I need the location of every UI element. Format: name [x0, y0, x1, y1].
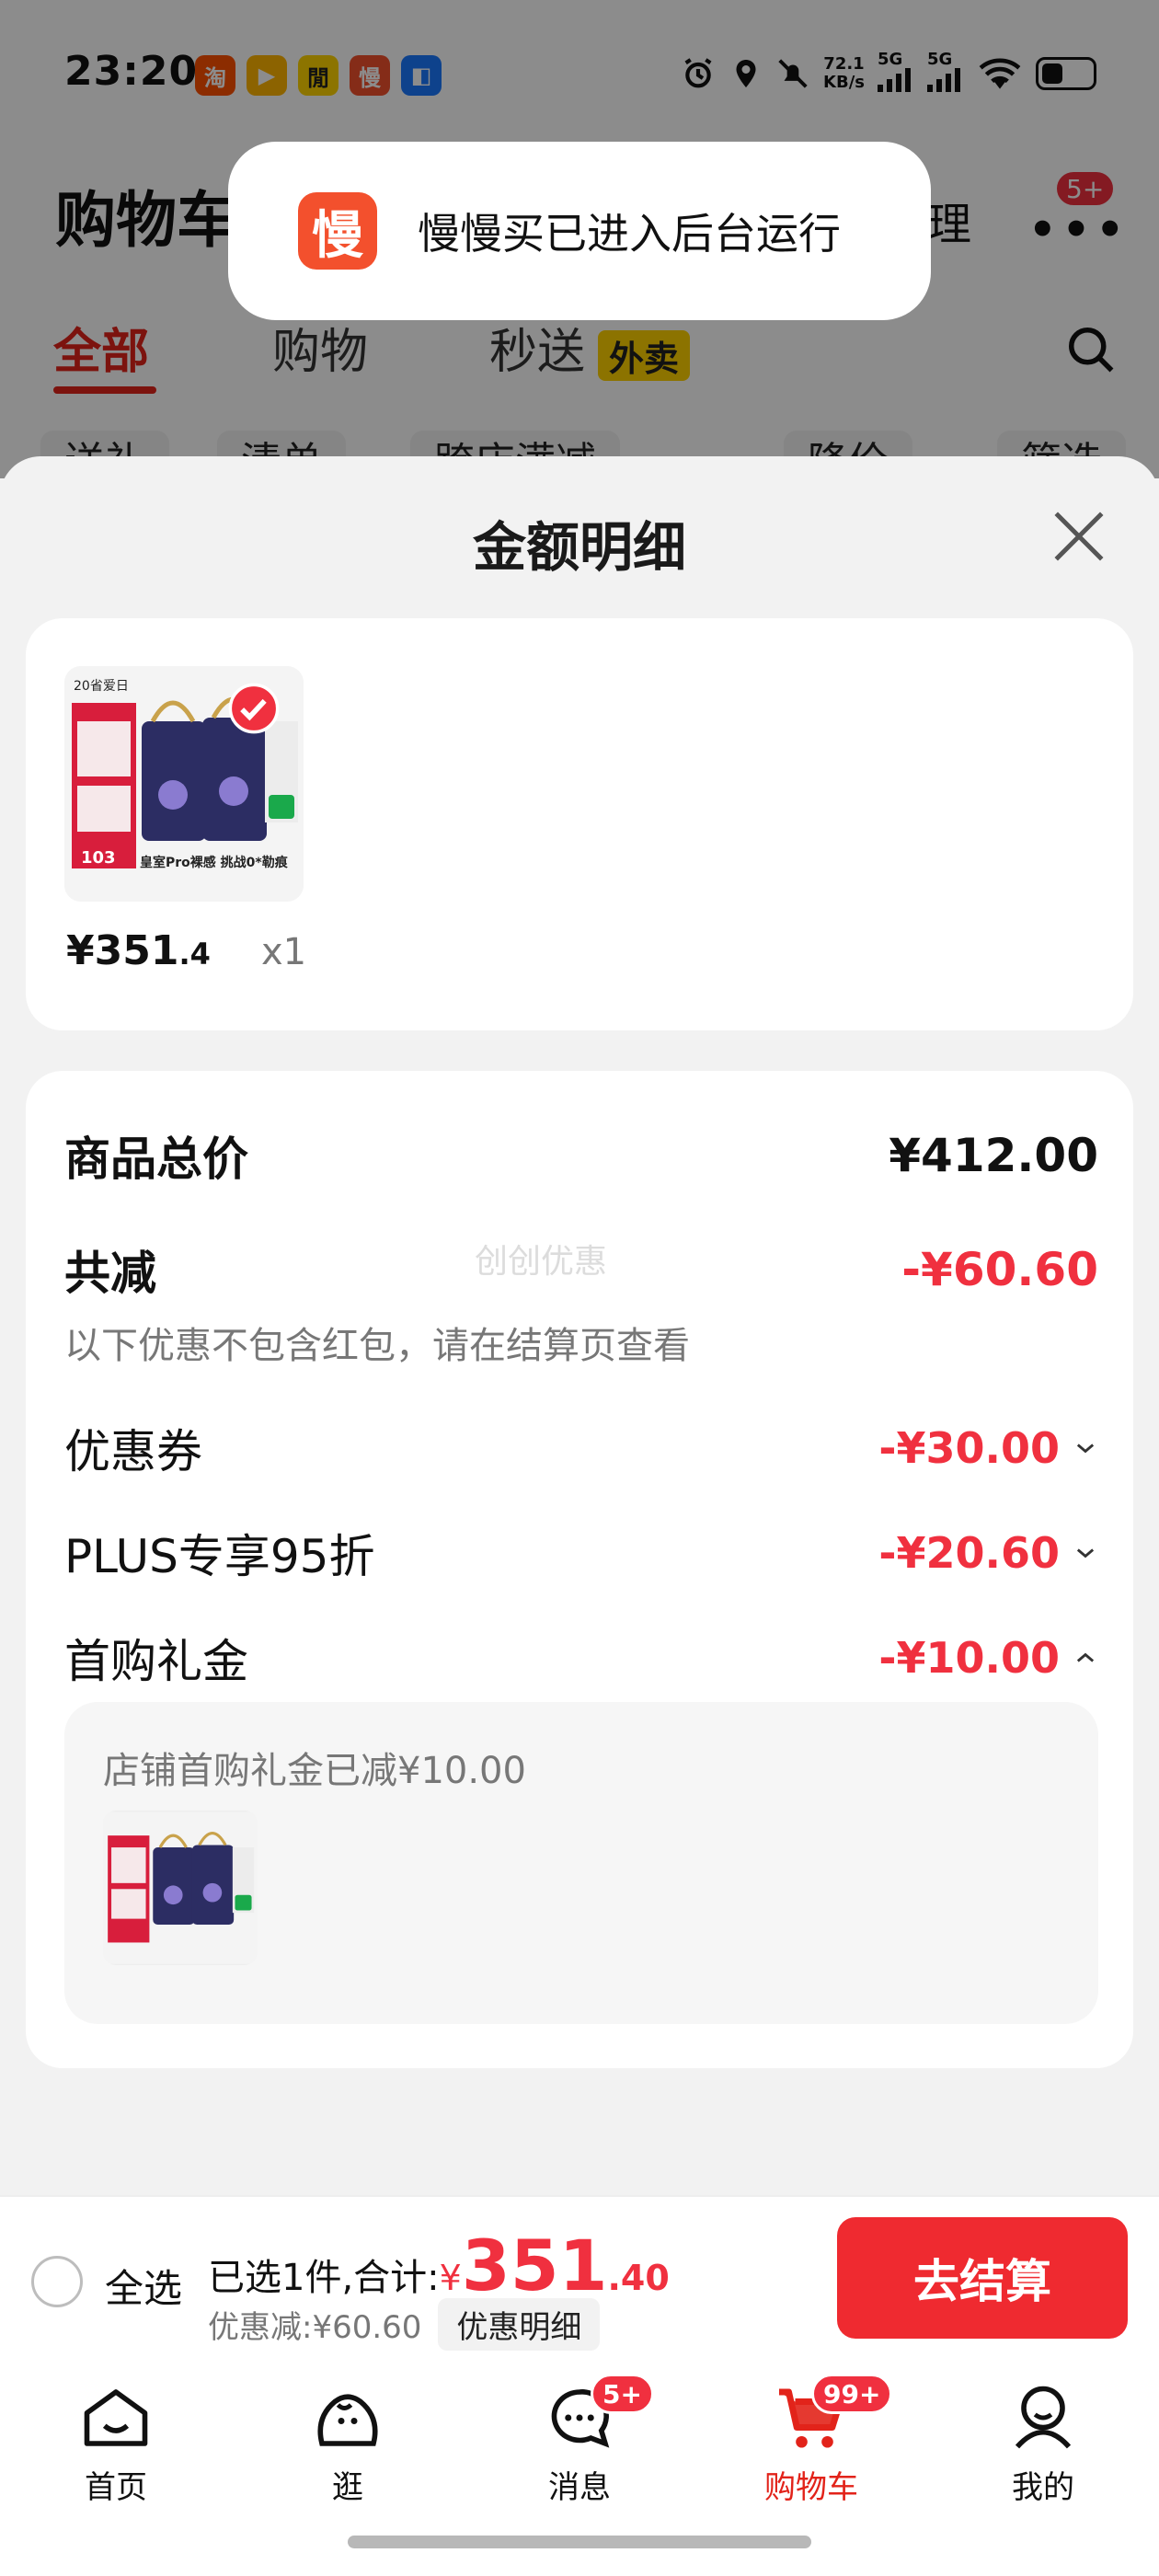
selected-check-icon	[228, 683, 280, 734]
coupon-row[interactable]: 优惠券 -¥30.00	[64, 1415, 1098, 1481]
network-speed: 72.1 KB/s	[823, 54, 865, 92]
checkout-button[interactable]: 去结算	[837, 2217, 1128, 2339]
status-app-icons: 淘 ▶ 閒 慢 ◧	[195, 55, 442, 96]
select-all-label[interactable]: 全选	[105, 2258, 182, 2314]
chevron-down-icon	[1076, 1443, 1095, 1454]
nav-cart-label: 购物车	[764, 2469, 858, 2506]
tab-delivery[interactable]: 秒送 外卖	[489, 313, 691, 382]
cart-page-background: 23:20 淘 ▶ 閒 慢 ◧ 72.1KB/s 5G 5G 购物车 管理 ••…	[0, 0, 1159, 486]
tab-all[interactable]: 全部	[53, 313, 149, 382]
browse-icon	[317, 2394, 378, 2446]
battery-icon	[1036, 57, 1096, 90]
location-icon	[736, 60, 756, 87]
currency-symbol: ¥	[439, 2258, 462, 2298]
nav-browse[interactable]: 逛	[274, 2379, 421, 2507]
alarm-icon	[684, 58, 712, 88]
video-app-icon: ▶	[247, 55, 287, 96]
profile-icon	[1015, 2386, 1072, 2449]
wifi-icon	[979, 58, 1021, 89]
signal-icon	[927, 68, 960, 92]
cart-badge: 99+	[811, 2374, 893, 2414]
mute-icon	[778, 59, 808, 88]
discount-text: 优惠减:¥60.60	[208, 2309, 422, 2346]
tab-active-indicator	[53, 386, 156, 394]
plus-label: PLUS专享95折	[64, 1530, 375, 1583]
selected-count-text: 已选1件,合计:	[208, 2257, 440, 2299]
coupon-label: 优惠券	[64, 1425, 202, 1478]
svg-text:103: 103	[81, 848, 116, 868]
nav-cart[interactable]: 购物车 99+	[738, 2374, 893, 2507]
reduction-value: -¥60.60	[901, 1243, 1098, 1296]
home-indicator[interactable]	[348, 2536, 811, 2548]
nav-home-label: 首页	[85, 2469, 147, 2506]
more-icon[interactable]: •••	[1028, 204, 1130, 256]
status-indicators: 72.1 KB/s 5G 5G	[680, 52, 1096, 96]
product-quantity: x1	[261, 931, 307, 973]
signal-5g-2: 5G	[927, 52, 964, 96]
gift-amount: -¥10.00	[878, 1633, 1098, 1683]
chevron-up-icon	[1076, 1652, 1095, 1662]
sheet-title: 金额明细	[472, 516, 686, 579]
checkout-bar: 全选 已选1件,合计:¥351.40 优惠减:¥60.60 优惠明细 去结算	[0, 2195, 1159, 2357]
more-badge: 5+	[1054, 169, 1117, 208]
plus-value: -¥20.60	[878, 1528, 1060, 1578]
first-purchase-gift-row[interactable]: 首购礼金 -¥10.00	[64, 1625, 1098, 1691]
background-toast: 慢 慢慢买已进入后台运行	[228, 142, 931, 320]
close-icon[interactable]	[1049, 506, 1109, 567]
reduction-row: 共减 -¥60.60	[64, 1236, 1098, 1303]
discount-summary: 优惠减:¥60.60 优惠明细	[208, 2298, 601, 2351]
total-label: 商品总价	[64, 1133, 248, 1186]
xianyu-app-icon: 閒	[298, 55, 339, 96]
messages-badge: 5+	[591, 2374, 654, 2414]
signal-icon	[878, 68, 911, 92]
signal-5g-1: 5G	[878, 52, 914, 96]
tab-delivery-label: 秒送	[489, 325, 586, 380]
select-all-checkbox[interactable]	[31, 2256, 83, 2307]
coupon-value: -¥30.00	[878, 1423, 1060, 1473]
total-value: ¥412.00	[889, 1129, 1098, 1182]
total-integer: 351	[461, 2225, 608, 2306]
chevron-down-icon	[1076, 1548, 1095, 1558]
search-icon[interactable]	[1063, 322, 1119, 377]
svg-text:皇室Pro裸感 挑战0*勒痕: 皇室Pro裸感 挑战0*勒痕	[140, 855, 289, 870]
gift-product-image[interactable]	[103, 1811, 258, 1965]
manmanmai-app-icon: 慢	[350, 55, 390, 96]
taobao-app-icon: 淘	[195, 55, 235, 96]
gift-detail-text: 店铺首购礼金已减¥10.00	[103, 1750, 526, 1792]
page-title: 购物车	[55, 185, 237, 256]
gift-detail-box: 店铺首购礼金已减¥10.00	[64, 1702, 1098, 2024]
nav-home[interactable]: 首页	[42, 2379, 189, 2507]
price-breakdown-card: 商品总价 ¥412.00 创创优惠 共减 -¥60.60 以下优惠不包含红包，请…	[26, 1071, 1133, 2068]
amount-detail-sheet: 金额明细 20省爱日 103 皇室Pro裸感 挑战0*勒痕 ¥351.4 x1 …	[0, 456, 1159, 2195]
app-icon: ◧	[401, 55, 442, 96]
total-decimal: .40	[607, 2258, 670, 2298]
selected-total: 已选1件,合计:¥351.40	[208, 2225, 670, 2306]
nav-profile-label: 我的	[1012, 2469, 1074, 2506]
tab-shopping[interactable]: 购物	[272, 313, 368, 382]
product-price: ¥351.4	[66, 927, 211, 974]
toast-text: 慢慢买已进入后台运行	[418, 209, 841, 259]
manmanmai-icon: 慢	[298, 192, 377, 270]
nav-browse-label: 逛	[332, 2469, 363, 2506]
home-icon	[84, 2389, 148, 2446]
status-time: 23:20	[64, 48, 199, 95]
product-card: 20省爱日 103 皇室Pro裸感 挑战0*勒痕 ¥351.4 x1	[26, 618, 1133, 1030]
takeout-tag: 外卖	[598, 329, 691, 381]
diaper-product-picture	[103, 1811, 258, 1964]
gift-value: -¥10.00	[878, 1633, 1060, 1683]
reduction-label: 共减	[64, 1247, 156, 1300]
coupon-amount: -¥30.00	[878, 1423, 1098, 1473]
svg-text:20省爱日: 20省爱日	[74, 679, 129, 694]
nav-messages[interactable]: 消息 5+	[506, 2374, 654, 2507]
nav-profile[interactable]: 我的	[970, 2379, 1117, 2507]
plus-amount: -¥20.60	[878, 1528, 1098, 1578]
gift-label: 首购礼金	[64, 1635, 248, 1688]
status-bar: 23:20 淘 ▶ 閒 慢 ◧ 72.1 KB/s 5G 5G	[0, 0, 1159, 156]
reduction-note: 以下优惠不包含红包，请在结算页查看	[64, 1325, 690, 1367]
discount-detail-button[interactable]: 优惠明细	[438, 2298, 601, 2351]
total-row: 商品总价 ¥412.00	[64, 1122, 1098, 1189]
cart-tabs: 全部 购物 秒送 外卖	[0, 313, 1159, 405]
plus-discount-row[interactable]: PLUS专享95折 -¥20.60	[64, 1520, 1098, 1586]
nav-messages-label: 消息	[548, 2469, 611, 2506]
